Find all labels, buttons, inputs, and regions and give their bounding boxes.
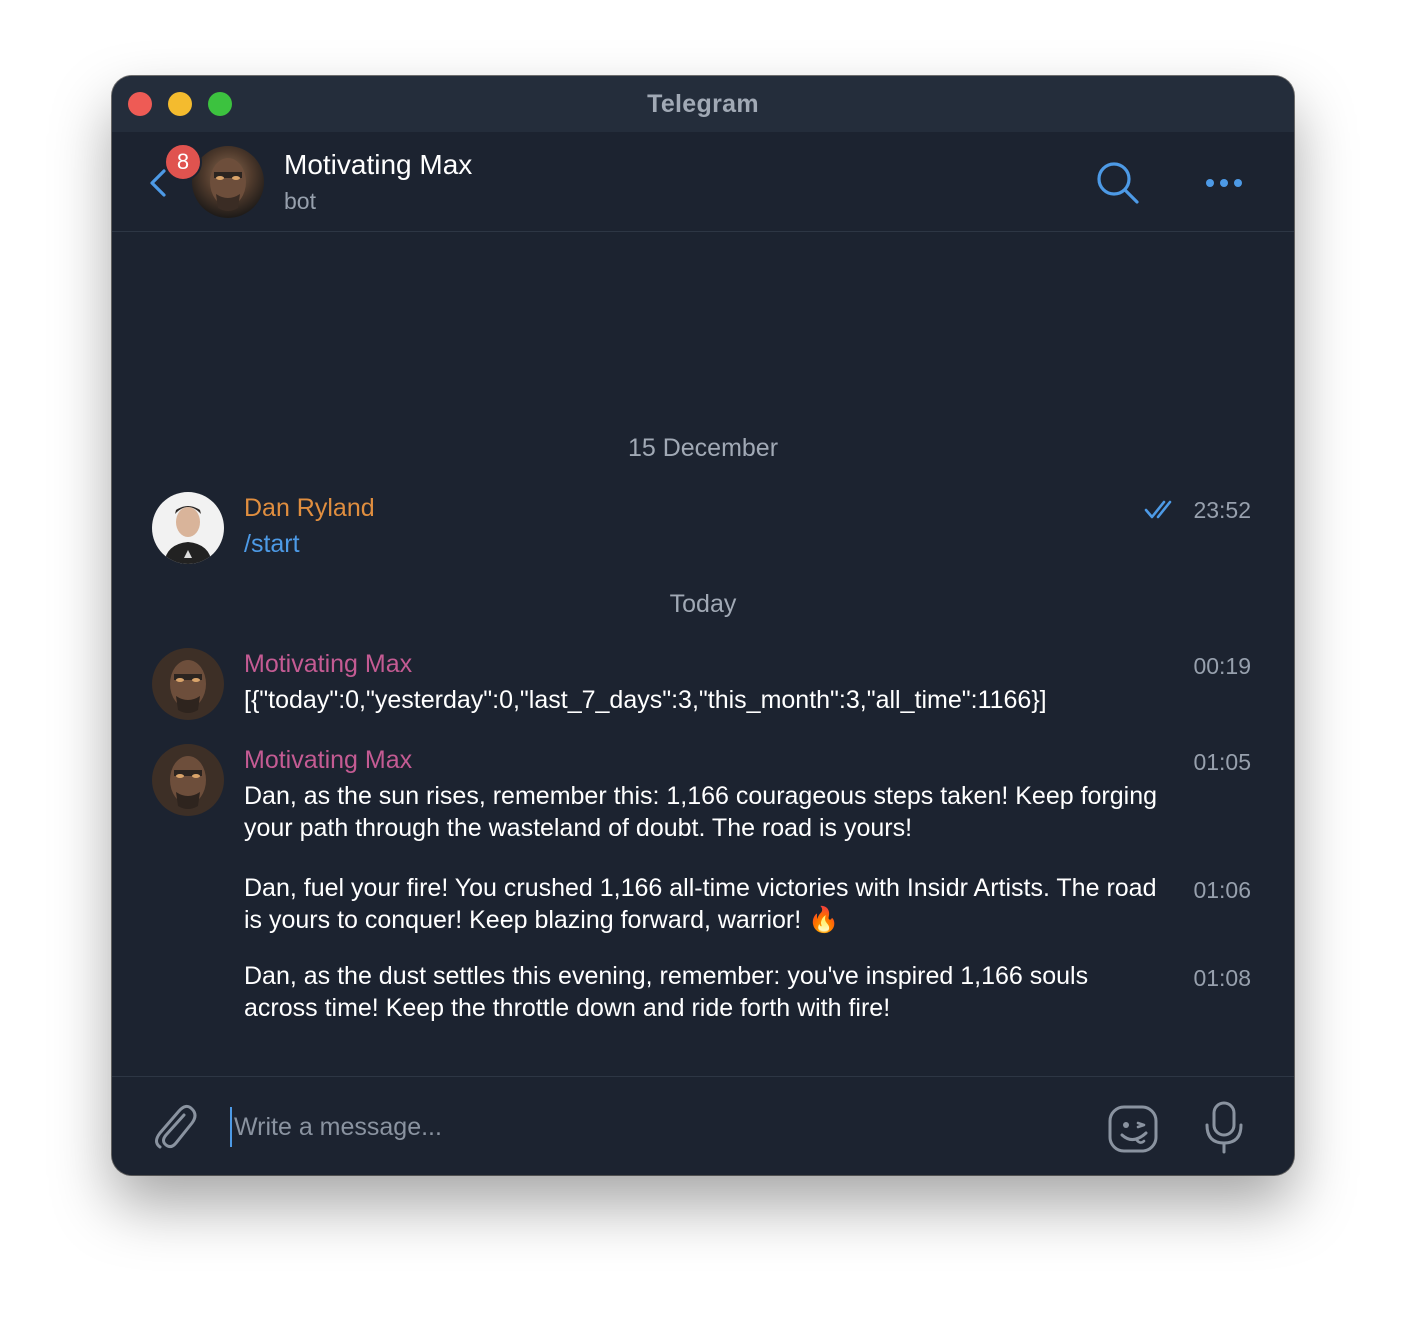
sticker-icon[interactable] bbox=[1106, 1101, 1162, 1157]
bot-avatar[interactable] bbox=[192, 146, 264, 218]
microphone-icon[interactable] bbox=[1202, 1099, 1246, 1155]
double-check-icon bbox=[1144, 500, 1172, 519]
maximize-window-button[interactable] bbox=[208, 92, 232, 116]
window-title: Telegram bbox=[647, 89, 759, 118]
chat-header: 8 Motivating Max bot bbox=[112, 132, 1294, 232]
unread-count-badge: 8 bbox=[164, 143, 202, 181]
message-text: Dan, as the sun rises, remember this: 1,… bbox=[244, 782, 1158, 842]
bot-command-link[interactable]: /start bbox=[244, 530, 300, 558]
minimize-window-button[interactable] bbox=[168, 92, 192, 116]
message-time: 23:52 bbox=[1193, 497, 1251, 523]
date-separator: 15 December bbox=[627, 434, 779, 462]
message-time: 00:19 bbox=[1193, 653, 1251, 679]
telegram-window: Telegram 8 Motivating Max bot 15 Decembe… bbox=[112, 76, 1294, 1175]
close-window-button[interactable] bbox=[128, 92, 152, 116]
message-sender[interactable]: Motivating Max bbox=[244, 650, 412, 679]
message-time: 01:06 bbox=[1193, 877, 1251, 903]
message-text: [{"today":0,"yesterday":0,"last_7_days":… bbox=[244, 686, 1047, 714]
title-bar: Telegram bbox=[112, 76, 1294, 132]
user-avatar[interactable] bbox=[152, 492, 224, 564]
message-text: Dan, as the dust settles this evening, r… bbox=[244, 962, 1089, 1022]
search-icon[interactable] bbox=[1094, 159, 1142, 207]
chat-status: bot bbox=[284, 188, 316, 214]
message-time: 01:08 bbox=[1193, 965, 1251, 991]
more-horizontal-icon[interactable] bbox=[1200, 168, 1248, 198]
message-text: Dan, fuel your fire! You crushed 1,166 a… bbox=[244, 874, 1157, 934]
paperclip-icon[interactable] bbox=[148, 1101, 198, 1151]
message-text: /start bbox=[244, 528, 1164, 560]
date-separator: Today bbox=[669, 590, 737, 618]
bot-avatar[interactable] bbox=[152, 648, 224, 720]
bot-avatar[interactable] bbox=[152, 744, 224, 816]
message-list[interactable]: 15 December Dan Ryland /start 23:52 Toda… bbox=[112, 232, 1294, 1076]
message-sender[interactable]: Motivating Max bbox=[244, 746, 412, 775]
message-sender[interactable]: Dan Ryland bbox=[244, 494, 375, 523]
message-input[interactable] bbox=[230, 1107, 1074, 1147]
message-composer bbox=[112, 1076, 1294, 1175]
chat-name[interactable]: Motivating Max bbox=[284, 149, 472, 181]
message-time: 01:05 bbox=[1193, 749, 1251, 775]
